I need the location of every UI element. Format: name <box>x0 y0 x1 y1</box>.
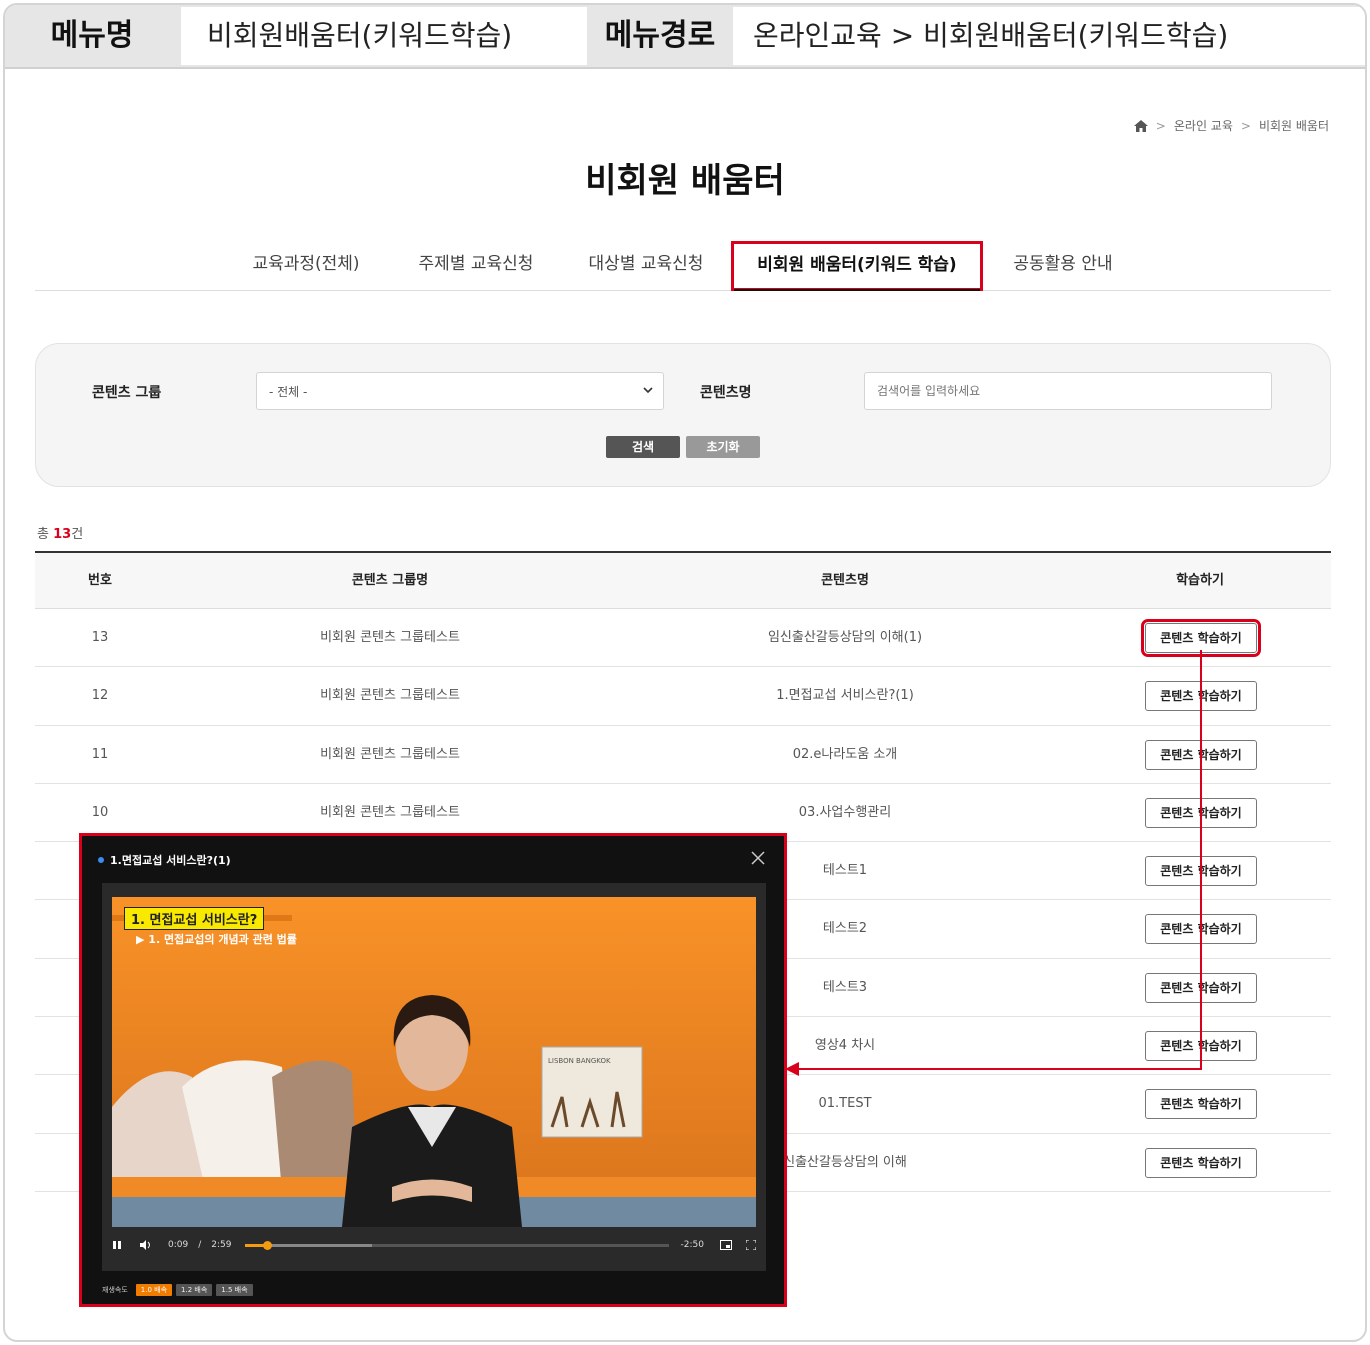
tab-by-target[interactable]: 대상별 교육신청 <box>571 241 721 291</box>
annotation-line-vertical <box>1200 650 1202 1070</box>
tab-bar: 교육과정(전체) 주제별 교육신청 대상별 교육신청 비회원 배움터(키워드 학… <box>35 241 1331 291</box>
row-number: 11 <box>91 746 109 762</box>
speed-1-0[interactable]: 1.0 배속 <box>135 1284 173 1296</box>
progress-bar[interactable] <box>245 1240 669 1250</box>
content-group-select[interactable]: - 전체 - <box>256 372 664 410</box>
tab-shared-use[interactable]: 공동활용 안내 <box>993 241 1133 291</box>
screen-frame: 메뉴명 비회원배움터(키워드학습) 메뉴경로 온라인교육 > 비회원배움터(키워… <box>3 3 1367 1342</box>
page-title: 비회원 배움터 <box>585 161 785 201</box>
row-group-name: 비회원 콘텐츠 그룹테스트 <box>320 746 460 762</box>
row-content-name: 02.e나라도움 소개 <box>792 746 898 762</box>
study-content-button[interactable]: 콘텐츠 학습하기 <box>1145 1089 1257 1120</box>
progress-knob[interactable] <box>262 1240 272 1250</box>
tab-nonmember-keyword[interactable]: 비회원 배움터(키워드 학습) <box>731 241 983 291</box>
header-number: 번호 <box>88 573 112 588</box>
total-number: 13 <box>53 527 72 542</box>
picture-sign: LISBON BANGKOK <box>548 1057 611 1065</box>
pip-icon[interactable] <box>720 1240 732 1250</box>
breadcrumb: > 온라인 교육 > 비회원 배움터 <box>1133 117 1329 134</box>
header-study: 학습하기 <box>1176 573 1224 588</box>
tab-by-topic[interactable]: 주제별 교육신청 <box>401 241 551 291</box>
menu-name-label: 메뉴명 <box>50 18 134 53</box>
row-group-name: 비회원 콘텐츠 그룹테스트 <box>320 630 460 645</box>
video-popup: 1.면접교섭 서비스란?(1) LISBON BANGKOK 1. 면접교섭 서… <box>79 833 787 1307</box>
total-prefix: 총 <box>37 527 54 542</box>
speed-1-2[interactable]: 1.2 배속 <box>176 1284 213 1296</box>
popup-title-text: 1.면접교섭 서비스란?(1) <box>110 854 231 867</box>
annotation-line-horizontal <box>797 1068 1202 1070</box>
study-content-button[interactable]: 콘텐츠 학습하기 <box>1145 1147 1257 1178</box>
content-group-value: - 전체 - <box>269 385 308 399</box>
tab-all-courses[interactable]: 교육과정(전체) <box>231 241 381 291</box>
total-count: 총 13건 <box>37 523 83 542</box>
annotation-arrow-icon <box>785 1062 799 1076</box>
header-group-name: 콘텐츠 그룹명 <box>351 573 429 588</box>
menu-path-label: 메뉴경로 <box>604 18 716 53</box>
menu-path-value: 온라인교육 > 비회원배움터(키워드학습) <box>733 7 1365 65</box>
time-separator: / <box>198 1240 202 1250</box>
study-content-button[interactable]: 콘텐츠 학습하기 <box>1141 619 1261 657</box>
table-header: 번호 콘텐츠 그룹명 콘텐츠명 학습하기 <box>35 551 1331 609</box>
remaining-time: -2:50 <box>680 1240 704 1250</box>
search-panel: 콘텐츠 그룹 - 전체 - 콘텐츠명 검색 초기화 <box>35 343 1331 487</box>
search-button[interactable]: 검색 <box>606 436 680 458</box>
speed-1-5[interactable]: 1.5 배속 <box>216 1284 253 1296</box>
duration: 2:59 <box>211 1240 232 1250</box>
menu-info-bar: 메뉴명 비회원배움터(키워드학습) 메뉴경로 온라인교육 > 비회원배움터(키워… <box>5 5 1365 69</box>
menu-name-value: 비회원배움터(키워드학습) <box>181 7 587 65</box>
volume-icon[interactable] <box>140 1240 152 1250</box>
content-name-input[interactable] <box>864 372 1272 410</box>
popup-title: 1.면접교섭 서비스란?(1) <box>98 852 231 868</box>
fullscreen-icon[interactable] <box>746 1240 756 1250</box>
row-content-name: 임신출산갈등상담의 이해(1) <box>767 630 923 645</box>
current-time: 0:09 <box>168 1240 189 1250</box>
speed-label: 재생속도 <box>102 1286 128 1294</box>
breadcrumb-item-online-edu[interactable]: 온라인 교육 <box>1174 117 1233 134</box>
breadcrumb-separator: > <box>1240 118 1251 133</box>
reset-button[interactable]: 초기화 <box>686 436 760 458</box>
row-number: 12 <box>91 688 109 704</box>
breadcrumb-item-nonmember[interactable]: 비회원 배움터 <box>1259 117 1329 134</box>
content-group-label: 콘텐츠 그룹 <box>92 385 162 401</box>
breadcrumb-separator: > <box>1155 118 1166 133</box>
table-row: 11 비회원 콘텐츠 그룹테스트 02.e나라도움 소개 콘텐츠 학습하기 <box>35 726 1331 784</box>
total-suffix: 건 <box>71 527 84 542</box>
close-icon[interactable] <box>750 850 766 866</box>
slide-subtitle: ▶ 1. 면접교섭의 개념과 관련 법률 <box>136 933 297 946</box>
header-content-name: 콘텐츠명 <box>821 573 869 588</box>
home-icon[interactable] <box>1133 119 1148 132</box>
video-controls: 0:09 / 2:59 -2:50 <box>112 1235 756 1255</box>
playback-speed: 재생속도 1.0 배속 1.2 배속 1.5 배속 <box>102 1284 253 1296</box>
slide-title: 1. 면접교섭 서비스란? <box>124 907 265 930</box>
table-row: 13 비회원 콘텐츠 그룹테스트 임신출산갈등상담의 이해(1) 콘텐츠 학습하기 <box>35 609 1331 668</box>
content-name-label: 콘텐츠명 <box>700 385 752 401</box>
table-row: 12 비회원 콘텐츠 그룹테스트 1.면접교섭 서비스란?(1) 콘텐츠 학습하기 <box>35 667 1331 726</box>
chevron-down-icon <box>643 387 653 394</box>
bullet-icon <box>98 857 104 863</box>
row-content-name: 1.면접교섭 서비스란?(1) <box>776 688 914 704</box>
row-group-name: 비회원 콘텐츠 그룹테스트 <box>320 688 460 704</box>
row-number: 13 <box>91 630 109 645</box>
pause-icon[interactable] <box>112 1240 122 1250</box>
video-player[interactable]: LISBON BANGKOK 1. 면접교섭 서비스란? ▶ 1. 면접교섭의 … <box>102 883 766 1271</box>
